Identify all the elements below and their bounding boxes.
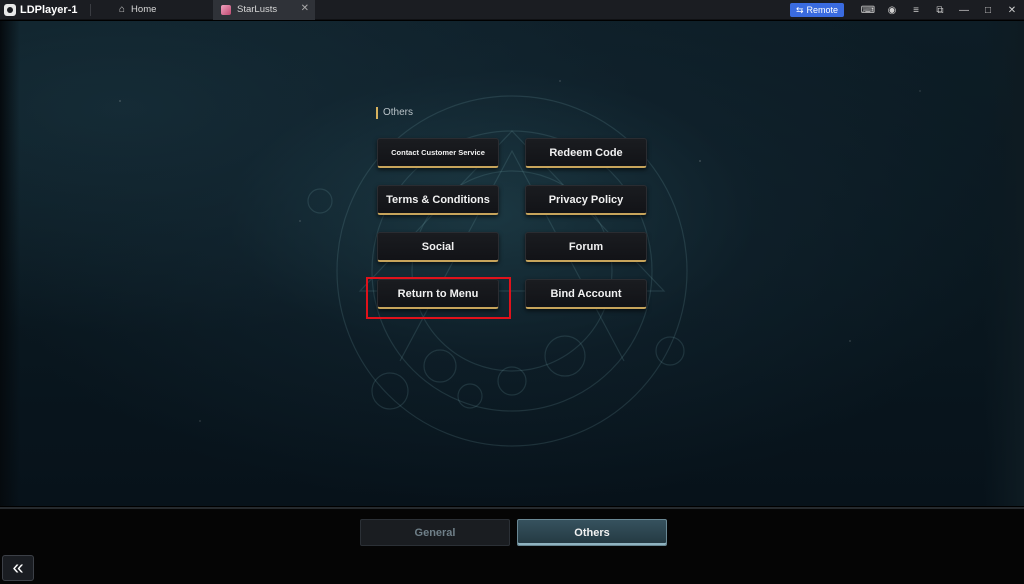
account-icon[interactable]: ◉ [880,5,904,16]
maximize-icon[interactable]: □ [976,5,1000,16]
magic-circle-decoration [307,95,688,447]
game-thumbnail-icon [221,4,231,15]
section-title-others: Others [376,107,413,119]
redeem-code-button[interactable]: Redeem Code [525,138,647,168]
terms-conditions-button[interactable]: Terms & Conditions [377,185,499,215]
tab-general[interactable]: General [360,519,510,546]
divider [0,507,1024,509]
highlight-annotation [366,277,511,319]
gamepad-icon[interactable]: ⌨ [856,5,880,16]
restore-sidebar-icon[interactable]: ⧉ [928,5,952,16]
app-name: LDPlayer-1 [20,3,78,16]
remote-icon: ⇆ [795,4,804,15]
menu-icon[interactable]: ≡ [904,5,928,16]
tab-game[interactable]: StarLusts ✕ [213,0,315,20]
tab-home[interactable]: ⌂ Home [91,0,187,20]
game-screen: Others Contact Customer Service Redeem C… [0,21,1024,506]
minimize-icon[interactable]: — [952,5,976,16]
contact-customer-service-button[interactable]: Contact Customer Service [377,138,499,168]
close-tab-icon[interactable]: ✕ [301,3,309,14]
social-button[interactable]: Social [377,232,499,262]
back-double-chevron-icon[interactable]: « [2,555,34,581]
emulator-titlebar: LDPlayer-1 ⌂ Home StarLusts ✕ ⇆ Remote ⌨… [0,0,1024,20]
close-window-icon[interactable]: ✕ [1000,5,1024,16]
remote-button[interactable]: ⇆ Remote [789,3,844,17]
bottom-bar: General Others « [0,507,1024,584]
titlebar-controls: ⇆ Remote ⌨ ◉ ≡ ⧉ — □ ✕ [789,0,1024,20]
app-brand: LDPlayer-1 [0,3,90,16]
ldplayer-logo-icon [4,3,16,16]
remote-label: Remote [806,5,838,15]
home-icon: ⌂ [119,4,126,15]
forum-button[interactable]: Forum [525,232,647,262]
privacy-policy-button[interactable]: Privacy Policy [525,185,647,215]
tab-others[interactable]: Others [517,519,667,546]
bind-account-button[interactable]: Bind Account [525,279,647,309]
tab-home-label: Home [131,4,157,15]
tab-game-label: StarLusts [237,4,278,15]
